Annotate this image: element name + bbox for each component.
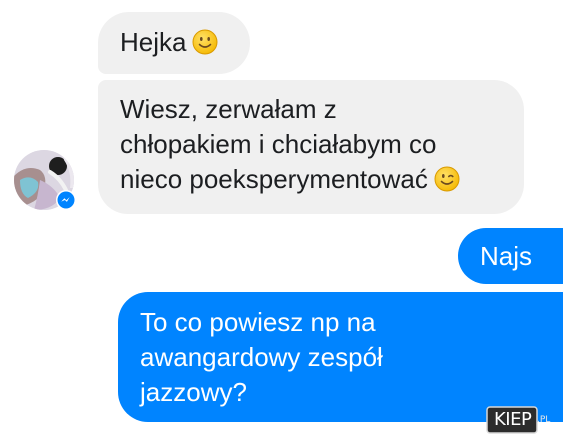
watermark-text: KIEP — [494, 409, 532, 430]
message-text: To co powiesz np na awangardowy zespół j… — [140, 307, 383, 407]
kiep-watermark: KIEP .PL — [486, 406, 556, 434]
outgoing-message-bubble[interactable]: Najs — [458, 228, 563, 284]
outgoing-message-bubble[interactable]: To co powiesz np na awangardowy zespół j… — [118, 292, 563, 422]
watermark-suffix: .PL — [537, 415, 551, 425]
smiling-face-icon — [192, 29, 218, 55]
message-text: Wiesz, zerwałam z chłopakiem i chciałaby… — [120, 94, 437, 194]
winking-face-icon — [434, 166, 460, 192]
incoming-message-bubble[interactable]: Wiesz, zerwałam z chłopakiem i chciałaby… — [98, 80, 524, 214]
incoming-message-bubble[interactable]: Hejka — [98, 12, 250, 74]
messenger-badge-icon — [56, 190, 76, 210]
message-text: Najs — [480, 241, 533, 271]
message-text: Hejka — [120, 27, 187, 57]
